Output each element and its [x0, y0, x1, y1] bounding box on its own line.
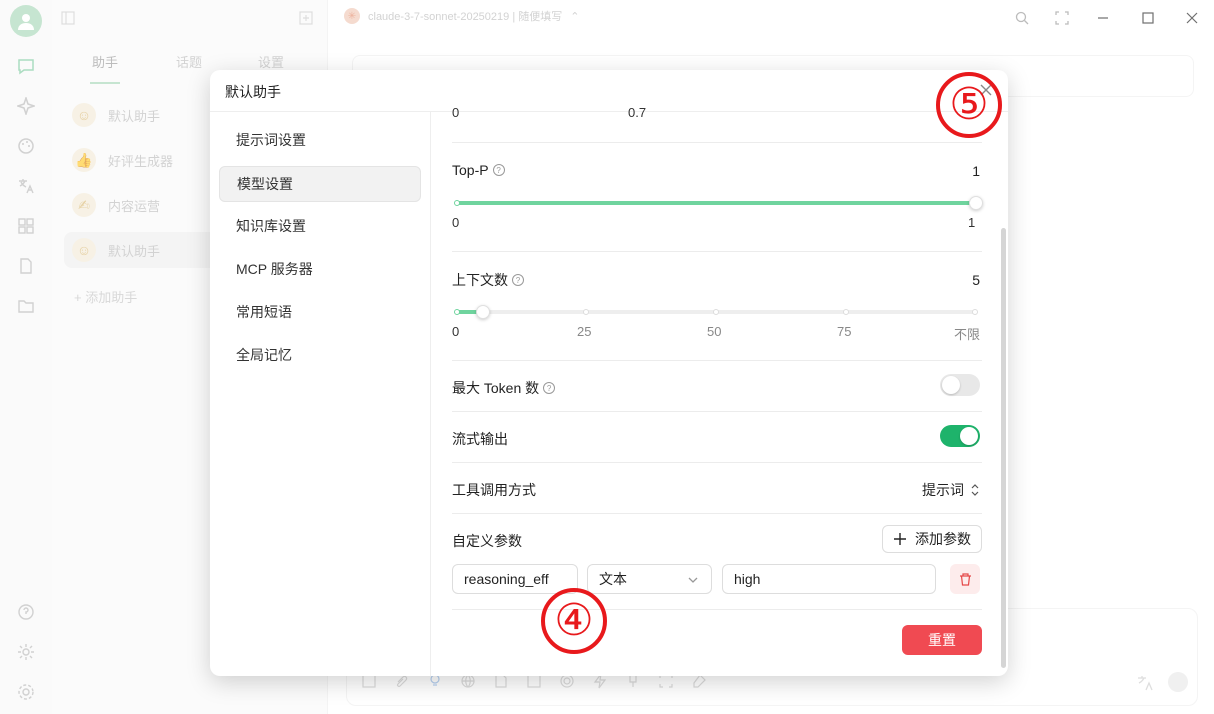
param-type-value: 文本: [599, 571, 627, 587]
context-tick: 不限: [954, 327, 981, 342]
param-name-input[interactable]: reasoning_eff: [452, 564, 578, 594]
max-token-label-text: 最大 Token 数: [452, 380, 540, 396]
plus-icon: [894, 533, 906, 545]
stream-label: 流式输出: [452, 429, 508, 449]
add-param-button[interactable]: 添加参数: [882, 525, 982, 553]
stream-toggle[interactable]: [940, 425, 980, 447]
slider-mark: [972, 309, 978, 315]
slider-mark: [843, 309, 849, 315]
stream-label-text: 流式输出: [452, 431, 508, 447]
top-p-slider-fill: [456, 201, 976, 205]
reset-button[interactable]: 重置: [902, 625, 982, 655]
max-token-toggle[interactable]: [940, 374, 980, 396]
top-p-label-text: Top-P: [452, 162, 489, 178]
divider: [452, 609, 982, 610]
context-tick: 75: [837, 324, 852, 339]
temperature-tick-mid: 0.7: [628, 105, 647, 120]
divider: [452, 360, 982, 361]
top-p-slider-handle[interactable]: [969, 196, 983, 210]
model-settings-content: 0 0.7 Top-P ? 1 0 1 上下文数 ? 5 0 25 50 75 …: [452, 105, 983, 676]
top-p-tick-max: 1: [968, 215, 976, 230]
context-tick: 25: [577, 324, 592, 339]
annotation-marker-4: ④: [541, 588, 607, 654]
menu-item-prompt[interactable]: 提示词设置: [219, 122, 421, 158]
context-label: 上下文数 ?: [452, 270, 524, 290]
chevron-down-icon: [688, 577, 698, 583]
add-param-label: 添加参数: [915, 531, 971, 547]
custom-params-label-text: 自定义参数: [452, 533, 522, 549]
slider-mark: [713, 309, 719, 315]
trash-icon: [959, 572, 971, 586]
annotation-marker-5: ⑤: [936, 72, 1002, 138]
temperature-tick-min: 0: [452, 105, 460, 120]
divider: [452, 411, 982, 412]
menu-item-phrases[interactable]: 常用短语: [219, 294, 421, 330]
modal-title: 默认助手: [225, 84, 281, 100]
divider: [452, 251, 982, 252]
divider: [452, 462, 982, 463]
divider: [452, 513, 982, 514]
tool-mode-label-text: 工具调用方式: [452, 482, 536, 498]
context-value: 5: [972, 272, 980, 288]
slider-mark: [583, 309, 589, 315]
menu-divider: [430, 112, 431, 676]
slider-mark: [454, 309, 460, 315]
help-icon[interactable]: ?: [492, 164, 505, 176]
slider-mark: [454, 200, 460, 206]
help-icon[interactable]: ?: [512, 274, 524, 286]
max-token-label: 最大 Token 数 ?: [452, 378, 556, 398]
param-value-input[interactable]: high: [722, 564, 936, 594]
tool-mode-value: 提示词: [922, 482, 964, 498]
tool-mode-label: 工具调用方式: [452, 480, 536, 500]
top-p-slider[interactable]: [454, 196, 983, 210]
menu-item-memory[interactable]: 全局记忆: [219, 337, 421, 373]
context-tick: 50: [707, 324, 722, 339]
toggle-knob: [942, 376, 960, 394]
menu-item-model[interactable]: 模型设置: [219, 166, 421, 202]
context-tick: 0: [452, 324, 460, 339]
context-label-text: 上下文数: [452, 272, 508, 288]
delete-param-button[interactable]: [950, 564, 980, 594]
top-p-tick-min: 0: [452, 215, 460, 230]
help-icon[interactable]: ?: [543, 382, 556, 394]
divider: [452, 142, 982, 143]
assistant-settings-modal: 默认助手 提示词设置 模型设置 知识库设置 MCP 服务器 常用短语 全局记忆 …: [210, 70, 1008, 676]
menu-item-mcp[interactable]: MCP 服务器: [219, 251, 421, 287]
param-type-select[interactable]: 文本: [587, 564, 712, 594]
chevron-updown-icon: [971, 484, 979, 496]
toggle-knob: [960, 427, 978, 445]
context-slider-handle[interactable]: [476, 305, 490, 319]
top-p-label: Top-P ?: [452, 162, 505, 178]
tool-mode-select[interactable]: 提示词: [922, 480, 980, 500]
scrollbar[interactable]: [1001, 228, 1006, 668]
context-slider[interactable]: [454, 305, 978, 319]
custom-params-label: 自定义参数: [452, 531, 522, 551]
menu-item-knowledge[interactable]: 知识库设置: [219, 208, 421, 244]
top-p-value: 1: [972, 163, 980, 179]
